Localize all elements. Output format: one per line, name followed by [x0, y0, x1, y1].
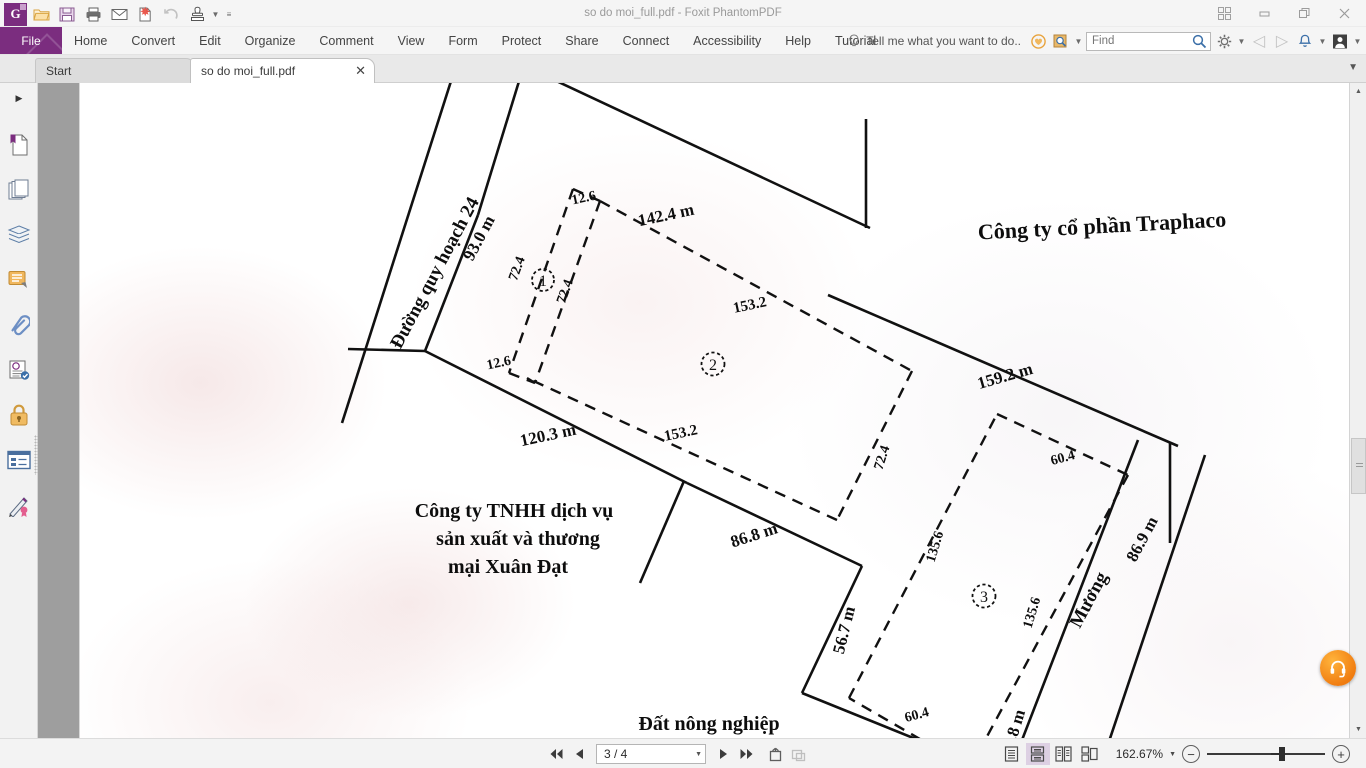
map-label-xuandat-2: sản xuất và thương: [436, 528, 600, 550]
tell-me-label: Tell me what you want to do..: [866, 34, 1021, 48]
status-bar: 3 / 4 ▼ 162.67% ▼ − +: [0, 738, 1366, 768]
tab-home[interactable]: Home: [62, 27, 119, 55]
zoom-out-button[interactable]: −: [1182, 745, 1200, 763]
ribbon-tab-bar: File Home Convert Edit Organize Comment …: [0, 27, 1366, 55]
account-dropdown-caret[interactable]: ▼: [1353, 37, 1362, 46]
map-label-xuandat-1: Công ty TNHH dịch vụ: [414, 500, 614, 522]
tab-form[interactable]: Form: [436, 27, 489, 55]
comments-icon[interactable]: [0, 261, 38, 299]
view-and-zoom-group: 162.67% ▼ − +: [1000, 739, 1350, 768]
search-icon[interactable]: [1192, 34, 1207, 49]
cadastral-map: [340, 83, 1207, 738]
page-number-value: 3 / 4: [604, 747, 628, 761]
bookmarks-icon[interactable]: [0, 126, 38, 164]
first-page-button[interactable]: [546, 743, 566, 765]
tab-document[interactable]: so do moi_full.pdf ✕: [190, 58, 375, 83]
title-bar: G ▼ ≡ so do moi_full.pdf - Foxit Phantom…: [0, 0, 1366, 27]
window-title: so do moi_full.pdf - Foxit PhantomPDF: [584, 7, 782, 19]
pdf-page: 1 2 3 Đường quy hoạch 24 Công ty cổ phần …: [80, 83, 1352, 738]
gear-dropdown-caret[interactable]: ▼: [1237, 37, 1246, 46]
heart-icon[interactable]: [1028, 30, 1048, 52]
tab-protect[interactable]: Protect: [490, 27, 554, 55]
zoom-in-button[interactable]: +: [1332, 745, 1350, 763]
tab-file-label: File: [21, 33, 41, 48]
document-viewer[interactable]: 1 2 3 Đường quy hoạch 24 Công ty cổ phần …: [38, 83, 1366, 738]
tab-comment[interactable]: Comment: [307, 27, 385, 55]
close-button[interactable]: [1324, 0, 1364, 27]
tab-file[interactable]: File: [0, 27, 62, 54]
tab-convert[interactable]: Convert: [119, 27, 187, 55]
layers-icon[interactable]: [0, 216, 38, 254]
tab-share[interactable]: Share: [553, 27, 610, 55]
tab-accessibility[interactable]: Accessibility: [681, 27, 773, 55]
user-account-icon[interactable]: [1330, 30, 1350, 52]
find-input[interactable]: [1092, 35, 1192, 47]
facing-continuous-view-button[interactable]: [1078, 743, 1102, 765]
bell-dropdown-caret[interactable]: ▼: [1318, 37, 1327, 46]
scroll-down-button[interactable]: ▼: [1350, 721, 1366, 738]
ribbon-tabs: Home Convert Edit Organize Comment View …: [62, 27, 888, 54]
last-page-button[interactable]: [736, 743, 756, 765]
attachments-icon[interactable]: [0, 306, 38, 344]
search-document-icon[interactable]: [1051, 30, 1071, 52]
notification-bell-icon[interactable]: [1295, 30, 1315, 52]
zoom-in-glyph: +: [1337, 746, 1345, 762]
map-solid-boundaries: [340, 83, 1207, 738]
navigation-panel-rail: ▶: [0, 83, 39, 738]
tab-start-label: Start: [46, 64, 72, 78]
application-window: G ▼ ≡ so do moi_full.pdf - Foxit Phantom…: [0, 0, 1366, 768]
next-page-button[interactable]: [713, 743, 733, 765]
previous-page-button[interactable]: [569, 743, 589, 765]
lightbulb-icon: [848, 34, 860, 48]
back-navigation-icon[interactable]: ◁: [1249, 30, 1269, 52]
digital-signature-icon[interactable]: [0, 486, 38, 524]
tab-start[interactable]: Start: [35, 58, 195, 83]
zoom-slider-thumb[interactable]: [1279, 747, 1285, 761]
zoom-dropdown-caret[interactable]: ▼: [1169, 751, 1180, 758]
page-number-box[interactable]: 3 / 4 ▼: [596, 744, 706, 764]
zoom-slider[interactable]: [1207, 745, 1325, 763]
previous-view-button[interactable]: [765, 743, 785, 765]
zoom-out-glyph: −: [1187, 746, 1195, 762]
facing-view-button[interactable]: [1052, 743, 1076, 765]
tab-help[interactable]: Help: [773, 27, 823, 55]
tab-view[interactable]: View: [386, 27, 437, 55]
tell-me-box[interactable]: Tell me what you want to do..: [848, 34, 1025, 48]
search-dropdown-caret[interactable]: ▼: [1074, 37, 1083, 46]
expand-panel-arrow-icon[interactable]: ▶: [0, 87, 38, 109]
minimize-button[interactable]: [1244, 0, 1284, 27]
scroll-up-button[interactable]: ▲: [1350, 83, 1366, 100]
tab-document-label: so do moi_full.pdf: [201, 64, 296, 78]
map-label-agri-land: Đất nông nghiệp: [638, 713, 780, 735]
chevron-down-icon[interactable]: ▼: [695, 751, 702, 758]
continuous-view-button[interactable]: [1025, 743, 1050, 765]
stamps-icon[interactable]: [0, 351, 38, 389]
zoom-level-label: 162.67%: [1115, 747, 1164, 761]
map-label-xuandat-3: mại Xuân Đạt: [447, 556, 569, 578]
maximize-button[interactable]: [1284, 0, 1324, 27]
scrollbar-thumb[interactable]: [1351, 438, 1366, 494]
vertical-scrollbar[interactable]: ▲ ▼: [1349, 83, 1366, 738]
document-tab-strip: Start so do moi_full.pdf ✕ ▼: [0, 55, 1366, 83]
gear-icon[interactable]: [1214, 30, 1234, 52]
chevron-down-icon[interactable]: ▼: [1348, 62, 1358, 73]
close-icon[interactable]: ✕: [355, 63, 366, 78]
ribbon-right-tools: Tell me what you want to do.. ▼ ▼ ◁ ▷: [848, 27, 1362, 55]
zoom-slider-tick: [1271, 751, 1279, 757]
single-page-view-button[interactable]: [1000, 743, 1024, 765]
tab-edit[interactable]: Edit: [187, 27, 233, 55]
tab-connect[interactable]: Connect: [611, 27, 682, 55]
pages-icon[interactable]: [0, 171, 38, 209]
ribbon-display-options-button[interactable]: [1204, 0, 1244, 27]
support-headset-button[interactable]: [1320, 650, 1356, 686]
form-fields-icon[interactable]: [0, 441, 38, 479]
security-lock-icon[interactable]: [0, 396, 38, 434]
tab-organize[interactable]: Organize: [233, 27, 308, 55]
page-navigation-group: 3 / 4 ▼: [546, 739, 808, 768]
next-view-button[interactable]: [788, 743, 808, 765]
window-controls: [1204, 0, 1364, 27]
find-box[interactable]: [1086, 31, 1211, 51]
forward-navigation-icon[interactable]: ▷: [1272, 30, 1292, 52]
